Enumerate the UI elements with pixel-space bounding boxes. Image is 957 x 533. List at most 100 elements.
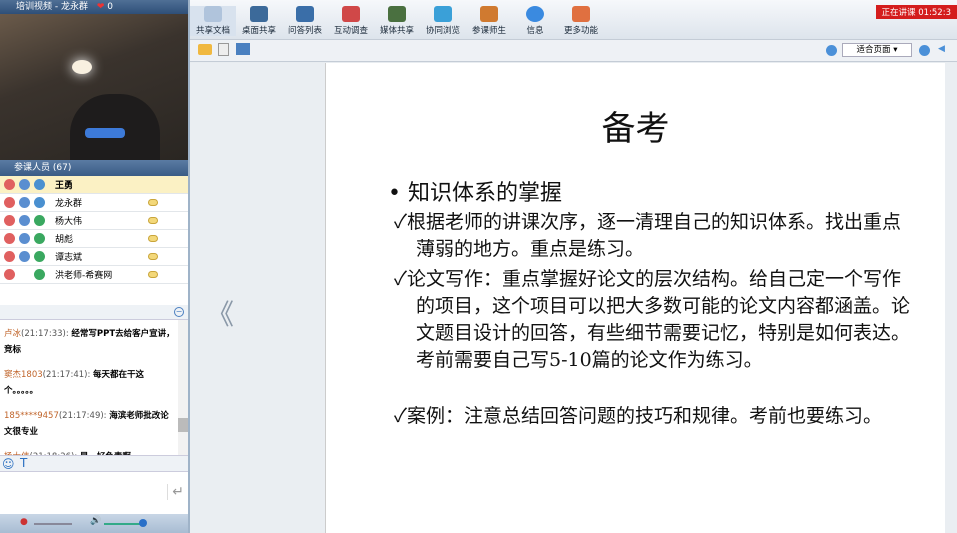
time: (21:17:33): (21, 329, 69, 339)
user-icon (34, 215, 45, 226)
toolbar-icon (388, 6, 406, 22)
toolbar-button[interactable]: 更多功能 (558, 6, 604, 36)
secondary-toolbar: 适合页面 ▾ ◀ (190, 40, 957, 62)
left-panel: 培训视频 - 龙永群 ❤ 0 参课人员 (67) 王勇 龙永群 杨大伟 胡彪 谭志斌 洪老… (0, 0, 190, 533)
main-area: 共享文档 桌面共享 问答列表 互动调查 媒体共享 协同浏览 参课师生 信息 更多功能 适合页面 … (190, 0, 957, 533)
emoji-icon[interactable]: ☺ (2, 457, 15, 471)
toolbar-icon (572, 6, 590, 22)
mic-off-icon[interactable] (4, 269, 15, 280)
live-status: 正在讲课 01:52:3 (875, 5, 957, 19)
video-title: 培训视频 - 龙永群 (16, 2, 88, 12)
slide-title: 备考 (601, 109, 670, 149)
participant-row[interactable]: 龙永群 (0, 194, 188, 212)
toolbar-button[interactable]: 共享文档 (190, 6, 236, 36)
participant-name: 王勇 (55, 181, 74, 191)
sender: 卢冰 (4, 329, 22, 339)
toolbar-icon (250, 6, 268, 22)
add-document-icon[interactable] (218, 43, 229, 56)
user-icon (34, 197, 45, 208)
mic-off-icon[interactable] (4, 233, 15, 244)
participant-row[interactable]: 王勇 (0, 176, 188, 194)
zoom-select[interactable]: 适合页面 ▾ (842, 43, 912, 57)
participant-name: 洪老师-希赛网 (55, 271, 113, 281)
slide-stage: 《 备考 • 知识体系的掌握 ✓根据老师的讲课次序，逐一清理自己的知识体系。找出… (190, 63, 957, 533)
time: (21:17:49): (58, 411, 107, 421)
chat-messages: 卢冰(21:17:33): 经常写PPT去给客户宣讲，竞标 窦杰1803(21:1… (0, 320, 188, 455)
toolbar-label: 互动调查 (333, 26, 368, 36)
user-icon (34, 233, 45, 244)
participant-name: 谭志斌 (55, 253, 83, 263)
mic-off-icon[interactable] (4, 197, 15, 208)
audio-controls: ● 🔊 (0, 514, 188, 533)
send-button[interactable]: ↵ (167, 484, 184, 500)
video-feed (0, 14, 188, 160)
camera-icon[interactable] (19, 251, 30, 262)
participant-row[interactable]: 杨大伟 (0, 212, 188, 230)
prev-slide-button[interactable]: 《 (206, 293, 234, 333)
toolbar-label: 桌面共享 (241, 26, 276, 36)
user-icon (34, 251, 45, 262)
toolbar-icon (480, 6, 498, 22)
heart-icon[interactable]: ❤ (97, 2, 105, 12)
participant-row[interactable]: 谭志斌 (0, 248, 188, 266)
sender: 185****9457 (4, 411, 59, 421)
chat-bubble-icon[interactable] (148, 253, 158, 260)
user-icon (34, 179, 45, 190)
toolbar-icon (434, 6, 452, 22)
zoom-out-icon[interactable] (919, 45, 930, 56)
toolbar-icon (296, 6, 314, 22)
chat-bubble-icon[interactable] (148, 199, 158, 206)
camera-icon[interactable] (19, 215, 30, 226)
slide-sub-1: ✓根据老师的讲课次序，逐一清理自己的知识体系。找出重点薄弱的地方。重点是练习。 (394, 211, 901, 260)
video-title-bar: 培训视频 - 龙永群 ❤ 0 (0, 0, 188, 14)
camera-icon[interactable] (19, 179, 30, 190)
toolbar-label: 媒体共享 (379, 26, 414, 36)
main-toolbar: 共享文档 桌面共享 问答列表 互动调查 媒体共享 协同浏览 参课师生 信息 更多功能 (190, 0, 957, 40)
mic-volume-slider[interactable] (34, 523, 72, 525)
camera-icon[interactable] (19, 197, 30, 208)
toolbar-button[interactable]: 参课师生 (466, 6, 512, 36)
chat-bubble-icon[interactable] (148, 217, 158, 224)
speaker-icon[interactable]: 🔊 (90, 516, 101, 526)
slide: 备考 • 知识体系的掌握 ✓根据老师的讲课次序，逐一清理自己的知识体系。找出重点… (325, 63, 945, 533)
toolbar-label: 问答列表 (287, 26, 322, 36)
zoom-in-icon[interactable] (826, 45, 837, 56)
screen-share-icon[interactable] (236, 43, 250, 55)
participant-row[interactable]: 洪老师-希赛网 (0, 266, 188, 284)
toolbar-button[interactable]: 媒体共享 (374, 6, 420, 36)
toolbar-icon (204, 6, 222, 22)
status-label: 正在讲课 (881, 8, 916, 18)
chat-header: − (0, 305, 188, 320)
chat-bubble-icon[interactable] (148, 235, 158, 242)
participant-name: 胡彪 (55, 235, 74, 245)
slide-sub-3: ✓案例：注意总结回答问题的技巧和规律。考前也要练习。 (394, 405, 882, 427)
open-folder-icon[interactable] (198, 44, 212, 55)
mic-icon[interactable]: ● (20, 517, 28, 527)
slide-sub-2: ✓论文写作：重点掌握好论文的层次结构。给自己定一个写作的项目，这个项目可以把大多… (394, 268, 911, 371)
chat-message: 窦杰1803(21:17:41): 每天都在干这个。。。。。 (4, 367, 176, 399)
toolbar-button[interactable]: 问答列表 (282, 6, 328, 36)
mic-off-icon[interactable] (4, 179, 15, 190)
toolbar-button[interactable]: 桌面共享 (236, 6, 282, 36)
prev-page-icon[interactable]: ◀ (938, 44, 945, 54)
chat-input[interactable]: ↵ (0, 472, 188, 514)
time: (21:17:41): (42, 370, 91, 380)
toolbar-button[interactable]: 协同浏览 (420, 6, 466, 36)
chat-scrollbar[interactable] (178, 320, 188, 455)
mic-off-icon[interactable] (4, 215, 15, 226)
camera-icon[interactable] (19, 233, 30, 244)
mic-off-icon[interactable] (4, 251, 15, 262)
status-time: 01:52:3 (918, 8, 951, 18)
like-count: 0 (107, 2, 114, 12)
chat-bubble-icon[interactable] (148, 271, 158, 278)
collapse-icon[interactable]: − (174, 307, 184, 317)
toolbar-button[interactable]: 信息 (512, 6, 558, 36)
chat-message: 卢冰(21:17:33): 经常写PPT去给客户宣讲，竞标 (4, 326, 176, 358)
participant-row[interactable]: 胡彪 (0, 230, 188, 248)
toolbar-label: 信息 (526, 26, 544, 36)
toolbar-button[interactable]: 互动调查 (328, 6, 374, 36)
speaker-volume-slider[interactable] (104, 523, 144, 525)
toolbar-icon (526, 6, 544, 22)
camera-icon[interactable] (19, 269, 30, 280)
font-button[interactable]: T (20, 456, 27, 470)
